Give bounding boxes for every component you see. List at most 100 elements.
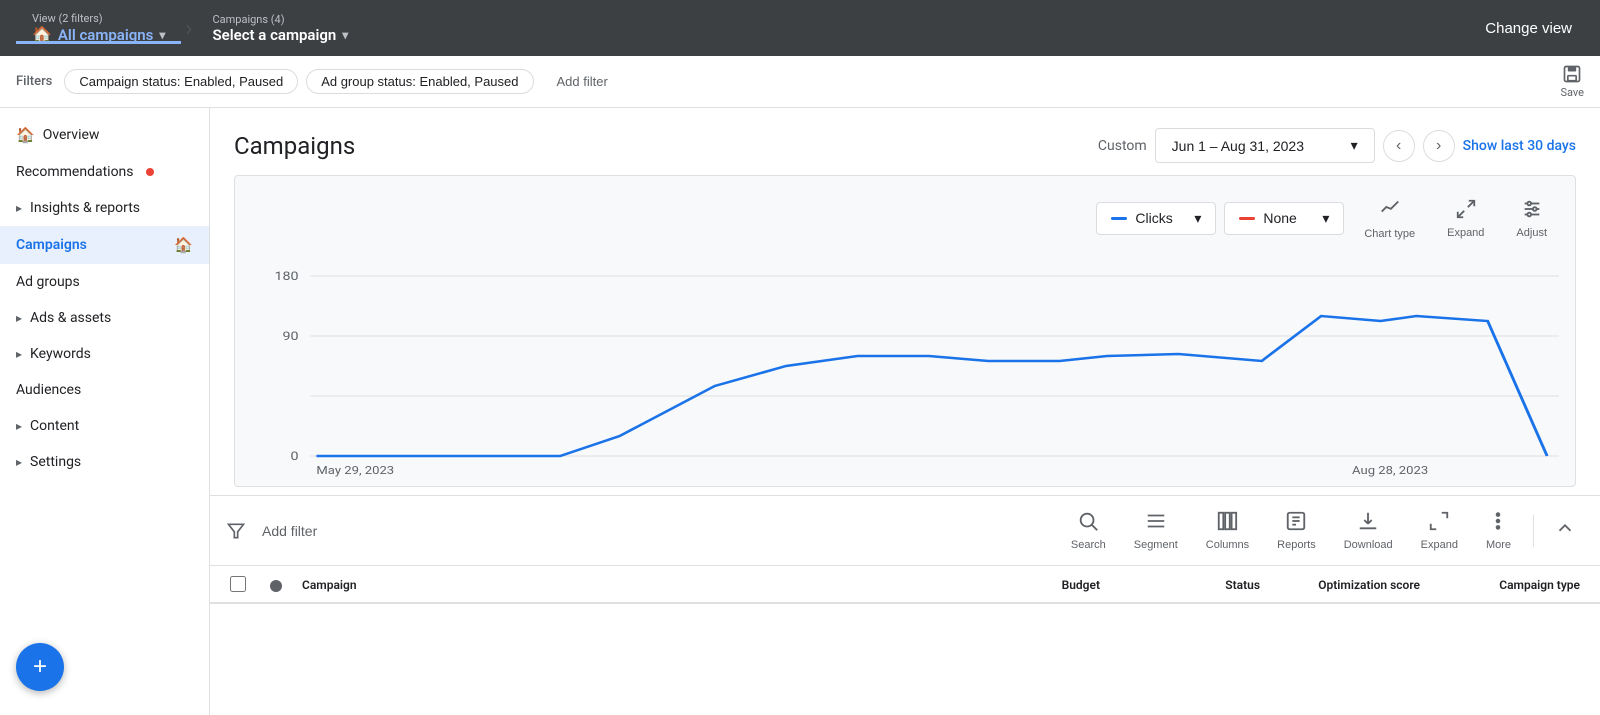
sidebar-item-label: Content	[30, 418, 79, 434]
metric1-arrow-icon: ▾	[1194, 210, 1201, 227]
sidebar-item-insights[interactable]: ▸ Insights & reports	[0, 190, 209, 226]
settings-expand-icon: ▸	[16, 455, 22, 469]
sidebar-item-content[interactable]: ▸ Content	[0, 408, 209, 444]
sidebar-item-label: Ads & assets	[30, 310, 111, 326]
nav-all-campaigns[interactable]: View (2 filters) 🏠 All campaigns ▾	[16, 12, 181, 44]
th-budget[interactable]: Budget	[924, 576, 1104, 592]
sidebar-item-label: Audiences	[16, 382, 81, 398]
more-button[interactable]: More	[1476, 506, 1521, 555]
th-status[interactable]: Status	[1104, 576, 1264, 592]
custom-label: Custom	[1098, 138, 1147, 154]
sidebar-item-label: Overview	[43, 127, 100, 143]
table-header: Campaign Budget Status Optimization scor…	[210, 566, 1600, 604]
add-filter-button[interactable]: Add filter	[542, 69, 623, 94]
adjust-icon	[1521, 198, 1543, 223]
ad-group-status-filter[interactable]: Ad group status: Enabled, Paused	[306, 69, 533, 94]
sidebar-item-ads[interactable]: ▸ Ads & assets	[0, 300, 209, 336]
select-all-checkbox[interactable]	[230, 576, 246, 592]
table-add-filter-button[interactable]: Add filter	[254, 519, 325, 543]
chart-type-icon	[1379, 196, 1401, 224]
fab-container: +	[16, 643, 64, 691]
columns-button[interactable]: Columns	[1196, 506, 1259, 555]
keywords-expand-icon: ▸	[16, 347, 22, 361]
segment-button[interactable]: Segment	[1124, 506, 1188, 555]
chart-adjust-button[interactable]: Adjust	[1504, 194, 1559, 243]
reports-icon	[1285, 510, 1307, 535]
save-label: Save	[1560, 86, 1584, 99]
table-expand-button[interactable]: Expand	[1411, 506, 1468, 555]
metric2-line-icon	[1239, 217, 1255, 220]
th-checkbox[interactable]	[226, 576, 266, 592]
nav-items: View (2 filters) 🏠 All campaigns ▾ › Cam…	[16, 12, 364, 44]
more-icon	[1487, 510, 1509, 535]
table-add-filter-label: Add filter	[262, 523, 317, 539]
search-label: Search	[1071, 539, 1106, 551]
download-button[interactable]: Download	[1334, 506, 1403, 555]
change-view-button[interactable]: Change view	[1473, 12, 1584, 45]
date-next-button[interactable]: ›	[1423, 130, 1455, 162]
chart-expand-button[interactable]: Expand	[1435, 194, 1496, 243]
reports-label: Reports	[1277, 539, 1316, 551]
metric2-arrow-icon: ▾	[1322, 210, 1329, 227]
nav-all-campaigns-value: 🏠 All campaigns ▾	[32, 25, 165, 44]
ads-expand-icon: ▸	[16, 311, 22, 325]
table-toolbar: Add filter Search Segment	[210, 495, 1600, 566]
svg-text:0: 0	[291, 450, 299, 464]
date-range-value: Jun 1 – Aug 31, 2023	[1172, 138, 1304, 154]
sidebar-item-settings[interactable]: ▸ Settings	[0, 444, 209, 480]
filters-label: Filters	[16, 74, 52, 89]
sidebar-item-label: Settings	[30, 454, 81, 470]
show-last-30-button[interactable]: Show last 30 days	[1463, 138, 1576, 154]
th-campaign-type[interactable]: Campaign type	[1424, 576, 1584, 592]
chart-expand-label: Expand	[1447, 227, 1484, 239]
th-dot	[266, 576, 298, 592]
download-label: Download	[1344, 539, 1393, 551]
toolbar-divider	[1533, 515, 1534, 547]
collapse-icon	[1554, 517, 1576, 539]
sidebar-item-audiences[interactable]: Audiences	[0, 372, 209, 408]
sidebar-item-label: Campaigns	[16, 237, 87, 253]
sidebar-item-adgroups[interactable]: Ad groups	[0, 264, 209, 300]
campaigns-home-icon: 🏠	[174, 236, 193, 254]
nav-select-campaign-label: Campaigns (4)	[213, 13, 349, 26]
collapse-chart-button[interactable]	[1546, 513, 1584, 549]
sidebar-item-recommendations[interactable]: Recommendations	[0, 154, 209, 190]
nav-all-campaigns-label: View (2 filters)	[32, 12, 165, 25]
chart-svg: 180 90 0 May 29, 2023 Aug 28, 2023	[251, 256, 1559, 486]
campaign-status-filter[interactable]: Campaign status: Enabled, Paused	[64, 69, 298, 94]
add-fab-button[interactable]: +	[16, 643, 64, 691]
metric2-button[interactable]: None ▾	[1224, 202, 1344, 235]
svg-text:180: 180	[275, 270, 299, 284]
date-range-picker[interactable]: Jun 1 – Aug 31, 2023 ▾	[1155, 128, 1375, 163]
nav-select-campaign-value: Select a campaign ▾	[213, 26, 349, 44]
sidebar-item-keywords[interactable]: ▸ Keywords	[0, 336, 209, 372]
sidebar-item-campaigns[interactable]: Campaigns 🏠	[0, 226, 209, 264]
chart-container: Clicks ▾ None ▾ Chart type	[234, 175, 1576, 487]
chart-area: 180 90 0 May 29, 2023 Aug 28, 2023	[235, 256, 1575, 486]
segment-icon	[1145, 510, 1167, 535]
columns-icon	[1216, 510, 1238, 535]
sidebar-item-label: Recommendations	[16, 164, 134, 180]
status-dot-icon	[270, 580, 282, 592]
chart-type-button[interactable]: Chart type	[1352, 192, 1427, 244]
reports-button[interactable]: Reports	[1267, 506, 1326, 555]
main-layout: 🏠 Overview Recommendations ▸ Insights & …	[0, 108, 1600, 715]
date-picker-arrow-icon: ▾	[1351, 137, 1358, 154]
nav-select-campaign[interactable]: Campaigns (4) Select a campaign ▾	[197, 13, 365, 44]
save-button[interactable]: Save	[1560, 64, 1584, 99]
date-prev-button[interactable]: ‹	[1383, 130, 1415, 162]
segment-label: Segment	[1134, 539, 1178, 551]
metric1-label: Clicks	[1135, 210, 1172, 226]
search-button[interactable]: Search	[1061, 506, 1116, 555]
metric1-button[interactable]: Clicks ▾	[1096, 202, 1216, 235]
svg-text:Aug 28, 2023: Aug 28, 2023	[1352, 464, 1428, 477]
table-expand-icon	[1428, 510, 1450, 535]
more-label: More	[1486, 539, 1511, 551]
overview-icon: 🏠	[16, 126, 35, 144]
th-campaign[interactable]: Campaign	[298, 576, 924, 592]
sidebar-item-overview[interactable]: 🏠 Overview	[0, 116, 209, 154]
add-icon: +	[33, 653, 47, 681]
expand-icon	[1455, 198, 1477, 223]
table-expand-label: Expand	[1421, 539, 1458, 551]
th-optimization-score[interactable]: Optimization score	[1264, 576, 1424, 592]
